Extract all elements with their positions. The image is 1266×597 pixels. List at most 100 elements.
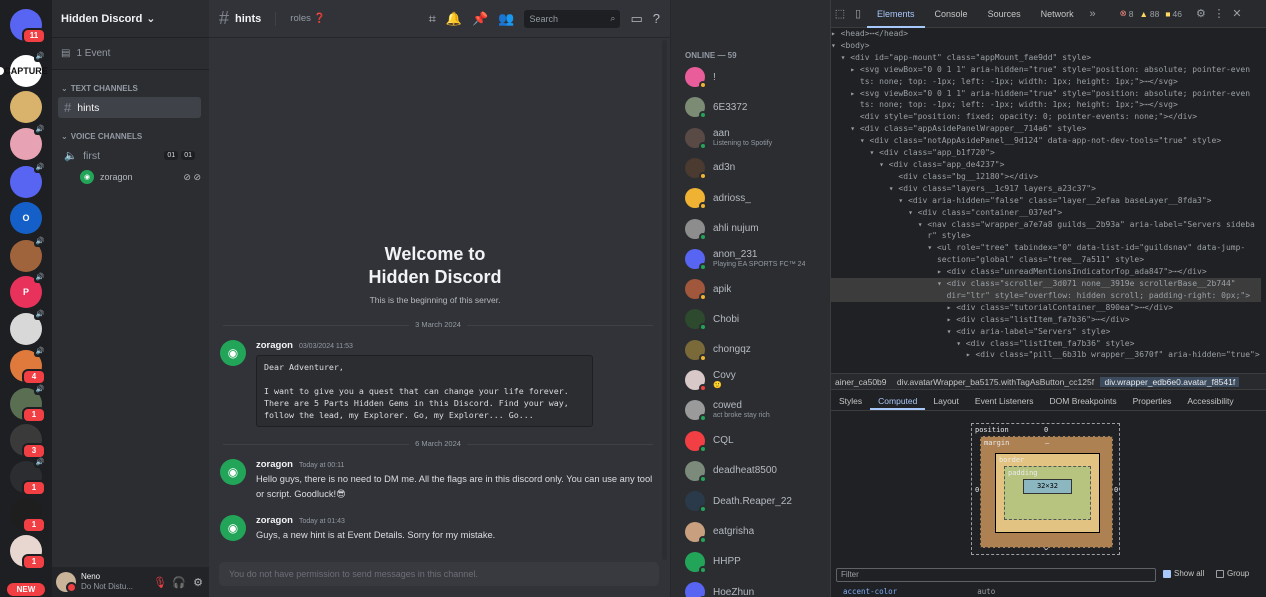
member-item[interactable]: cowed act broke stay rich bbox=[685, 400, 825, 423]
dom-node[interactable]: ▾ <div id="app-mount" class="appMount_fa… bbox=[831, 52, 1261, 64]
text-category[interactable]: ⌄ TEXT CHANNELS bbox=[52, 84, 209, 93]
member-item[interactable]: Chobi bbox=[685, 309, 825, 332]
message-author[interactable]: zoragon bbox=[256, 515, 293, 526]
dom-node[interactable]: ts: none; top: -1px; left: -1px; width: … bbox=[831, 76, 1261, 88]
avatar[interactable] bbox=[56, 572, 77, 593]
server-icon[interactable]: CAPTURE 🔊 bbox=[4, 52, 48, 87]
member-item[interactable]: Covy 🙂 bbox=[685, 370, 825, 392]
server-icon[interactable]: 🔊 1 bbox=[10, 458, 46, 496]
server-icon[interactable]: O bbox=[10, 202, 42, 234]
avatar[interactable] bbox=[685, 248, 707, 271]
error-count[interactable]: ⊗ 8 bbox=[1120, 8, 1134, 19]
tab-network[interactable]: Network bbox=[1031, 0, 1084, 28]
member-item[interactable]: aan Listening to Spotify bbox=[685, 127, 825, 150]
avatar[interactable] bbox=[685, 400, 707, 423]
computed-property-row[interactable]: accent-color auto bbox=[843, 587, 995, 596]
chat-scrollbar[interactable] bbox=[662, 40, 667, 560]
server-icon[interactable]: P 🔊 bbox=[10, 273, 46, 308]
threads-icon[interactable]: ⌗ bbox=[429, 11, 436, 27]
avatar[interactable] bbox=[685, 127, 707, 150]
member-item[interactable]: CQL bbox=[685, 430, 825, 453]
avatar[interactable] bbox=[685, 460, 707, 483]
avatar[interactable] bbox=[685, 491, 707, 514]
avatar[interactable] bbox=[685, 521, 707, 544]
member-item[interactable]: HoeZhun bbox=[685, 582, 825, 597]
member-item[interactable]: apik bbox=[685, 279, 825, 302]
avatar[interactable] bbox=[685, 551, 707, 574]
dom-node[interactable]: ▸ <head>⋯</head> bbox=[831, 28, 1261, 40]
panel-tab[interactable]: Layout bbox=[925, 391, 967, 410]
warning-count[interactable]: ▲ 88 bbox=[1139, 9, 1159, 19]
discord-avatar-icon[interactable]: ◉ bbox=[220, 515, 246, 541]
dom-node[interactable]: ▾ <div class="listItem_fa7b36" style> bbox=[831, 338, 1261, 350]
message-author[interactable]: zoragon bbox=[256, 459, 293, 470]
server-icon[interactable]: 🔊 bbox=[10, 163, 46, 198]
dom-node[interactable]: ▾ <body> bbox=[831, 40, 1261, 52]
server-icon[interactable]: 11 bbox=[10, 9, 46, 44]
dom-node[interactable]: ▾ <div class="app_de4237"> bbox=[831, 159, 1261, 171]
new-badge[interactable]: NEW bbox=[7, 583, 45, 596]
server-icon[interactable]: 🔊 bbox=[10, 125, 46, 160]
dom-node[interactable]: ts: none; top: -1px; left: -1px; width: … bbox=[831, 99, 1261, 111]
server-icon[interactable]: 3 bbox=[10, 424, 46, 459]
show-all-checkbox[interactable]: Show all bbox=[1163, 569, 1204, 578]
member-item[interactable]: 6E3372 bbox=[685, 97, 825, 120]
panel-tab[interactable]: Accessibility bbox=[1179, 391, 1241, 410]
server-header[interactable]: Hidden Discord ⌄ bbox=[52, 0, 209, 38]
server-icon[interactable]: 1 bbox=[10, 535, 46, 570]
avatar[interactable] bbox=[685, 218, 707, 241]
avatar[interactable] bbox=[685, 370, 707, 392]
members-icon[interactable]: 👥 bbox=[498, 11, 514, 27]
avatar[interactable] bbox=[685, 279, 707, 302]
issue-count[interactable]: ■ 46 bbox=[1165, 9, 1182, 19]
box-value[interactable]: 0 bbox=[1114, 486, 1118, 494]
panel-tab[interactable]: Styles bbox=[831, 391, 870, 410]
message[interactable]: ◉ zoragon Today at 00:11 Hello guys, ther… bbox=[220, 459, 660, 502]
filter-input[interactable]: Filter bbox=[836, 568, 1156, 582]
member-item[interactable]: ! bbox=[685, 67, 825, 89]
avatar[interactable] bbox=[685, 582, 707, 597]
dom-node[interactable]: ▾ <div class="app_b1f720"> bbox=[831, 147, 1261, 159]
more-tabs-icon[interactable]: » bbox=[1084, 8, 1102, 20]
dom-node[interactable]: r" style> bbox=[831, 230, 1261, 242]
member-item[interactable]: ahli nujum bbox=[685, 218, 825, 241]
dom-node[interactable]: ▸ <svg viewBox="0 0 1 1" aria-hidden="tr… bbox=[831, 88, 1261, 100]
box-content[interactable]: 32×32 bbox=[1023, 479, 1072, 494]
voice-category[interactable]: ⌄ VOICE CHANNELS bbox=[52, 132, 209, 141]
dom-node[interactable]: ▾ <div aria-hidden="false" class="layer_… bbox=[831, 195, 1261, 207]
gear-icon[interactable]: ⚙ bbox=[191, 576, 205, 589]
member-item[interactable]: HHPP bbox=[685, 551, 825, 574]
dom-node[interactable]: ▾ <div aria-label="Servers" style> bbox=[831, 326, 1261, 338]
member-item[interactable]: anon_231 Playing EA SPORTS FC™ 24 bbox=[685, 248, 825, 271]
dom-node[interactable]: <div style="position: fixed; opacity: 0;… bbox=[831, 111, 1261, 123]
channel-topic[interactable]: roles ❓ bbox=[290, 13, 325, 24]
avatar[interactable] bbox=[685, 157, 707, 180]
dom-node[interactable]: ▸ <div class="pill__6b31b wrapper__3670f… bbox=[831, 349, 1261, 361]
server-icon[interactable] bbox=[10, 91, 42, 123]
avatar[interactable] bbox=[685, 188, 707, 211]
panel-tab[interactable]: Properties bbox=[1125, 391, 1180, 410]
server-icon[interactable]: 🔊 1 bbox=[10, 385, 46, 423]
member-item[interactable]: deadheat8500 bbox=[685, 460, 825, 483]
avatar[interactable] bbox=[685, 97, 707, 120]
help-icon[interactable]: ? bbox=[653, 11, 660, 26]
mic-muted-icon[interactable]: 🎙 bbox=[153, 576, 167, 589]
inbox-icon[interactable]: ▭ bbox=[630, 11, 642, 27]
panel-tab[interactable]: DOM Breakpoints bbox=[1042, 391, 1125, 410]
dom-node[interactable]: ▾ <ul role="tree" tabindex="0" data-list… bbox=[831, 242, 1261, 254]
close-icon[interactable]: ✕ bbox=[1228, 7, 1246, 20]
dom-node[interactable]: <div class="bg__12180"></div> bbox=[831, 171, 1261, 183]
voice-user[interactable]: ◉ zoragon ⊘ ⊘ bbox=[80, 170, 201, 184]
member-item[interactable]: chongqz bbox=[685, 339, 825, 362]
member-item[interactable]: eatgrisha bbox=[685, 521, 825, 544]
channel-hints[interactable]: # hints bbox=[58, 97, 201, 118]
box-value[interactable]: 0 bbox=[975, 486, 979, 494]
dom-tree[interactable]: ▸ <head>⋯</head> ▾ <body> ▾ <div id="app-… bbox=[831, 28, 1261, 372]
discord-avatar-icon[interactable]: ◉ bbox=[220, 459, 246, 485]
device-toolbar-icon[interactable]: ▯ bbox=[849, 7, 867, 20]
server-icon[interactable]: 1 bbox=[10, 498, 46, 533]
dom-node[interactable]: ▸ <div class="listItem_fa7b36">⋯</div> bbox=[831, 314, 1261, 326]
breadcrumb-item[interactable]: div.wrapper_edb6e0.avatar_f8541f bbox=[1100, 377, 1240, 387]
breadcrumb-item[interactable]: ainer_ca50b9 bbox=[831, 377, 891, 387]
user-info[interactable]: Neno Do Not Distu... bbox=[81, 572, 148, 592]
